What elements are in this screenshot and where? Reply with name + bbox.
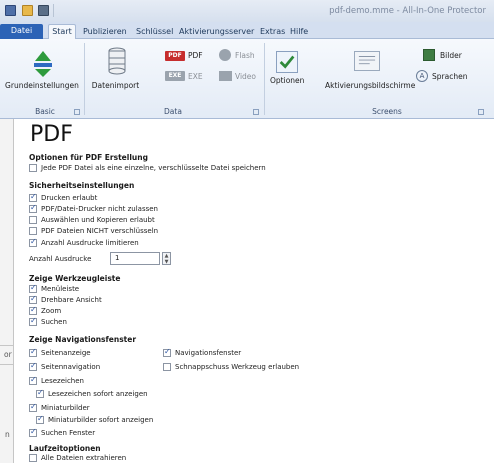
checkbox-label: Drucken erlaubt: [41, 194, 98, 202]
toolbar-separator: [53, 4, 54, 17]
flash-label: Flash: [235, 51, 255, 60]
aktivierungsbildschirme-label: Aktivierungsbildschirme: [325, 81, 416, 90]
checkbox-label: Suchen: [41, 318, 67, 326]
checkbox[interactable]: [29, 237, 37, 247]
pdf-label: PDF: [188, 51, 203, 60]
checkbox[interactable]: [29, 347, 37, 357]
app-menu-icon[interactable]: [5, 5, 16, 16]
grundeinstellungen-icon: [34, 51, 52, 77]
checkmark-options-icon: [276, 51, 298, 73]
database-icon: [108, 47, 126, 75]
print-count-input[interactable]: 1: [110, 252, 160, 265]
tab-extras[interactable]: Extras: [260, 25, 285, 39]
checkbox[interactable]: [36, 414, 44, 424]
grundeinstellungen-label: Grundeinstellungen: [5, 81, 79, 90]
checkbox[interactable]: [29, 227, 37, 235]
checkbox-label: Lesezeichen: [41, 377, 84, 385]
image-icon: [423, 49, 435, 61]
checkbox[interactable]: [29, 294, 37, 304]
checkbox-label: Anzahl Ausdrucke limitieren: [41, 239, 139, 247]
checkbox-label: Schnappschuss Werkzeug erlauben: [175, 363, 300, 371]
group-separator: [264, 43, 265, 115]
open-folder-icon[interactable]: [22, 5, 33, 16]
activation-screen-icon: [354, 51, 380, 71]
optionen-label: Optionen: [270, 76, 305, 85]
checkbox[interactable]: [29, 216, 37, 224]
window-title: pdf-demo.mme - All-In-One Protector: [329, 6, 486, 16]
save-icon[interactable]: [38, 5, 49, 16]
checkbox-label: Drehbare Ansicht: [41, 296, 102, 304]
title-bar: pdf-demo.mme - All-In-One Protector: [0, 0, 494, 22]
checkbox-label: Suchen Fenster: [41, 429, 96, 437]
checkbox[interactable]: [29, 402, 37, 412]
exe-label: EXE: [188, 72, 203, 81]
video-icon: [219, 71, 232, 81]
side-panel-text: or: [4, 350, 12, 359]
tab-publizieren[interactable]: Publizieren: [83, 25, 127, 39]
checkbox-label: PDF/Datei-Drucker nicht zulassen: [41, 205, 158, 213]
checkbox[interactable]: [29, 164, 37, 172]
spin-arrows-icon[interactable]: ▲ ▼: [162, 252, 171, 265]
checkbox-label: Miniaturbilder sofort anzeigen: [48, 416, 154, 424]
checkbox-label: Menüleiste: [41, 285, 80, 293]
section-heading: Laufzeitoptionen: [29, 444, 101, 453]
checkbox[interactable]: [29, 427, 37, 437]
tab-aktivierungsserver[interactable]: Aktivierungsserver: [179, 25, 254, 39]
checkbox-label: Seitenanzeige: [41, 349, 91, 357]
exe-icon: EXE: [165, 71, 185, 81]
video-label: Video: [235, 72, 257, 81]
datenimport-label: Datenimport: [91, 81, 140, 90]
basic-group-launcher-icon[interactable]: [74, 109, 80, 115]
settings-content: PDF Optionen für PDF Erstellung Jede PDF…: [15, 119, 494, 463]
language-icon: A: [416, 70, 428, 82]
page-title: PDF: [30, 122, 73, 147]
checkbox[interactable]: [29, 305, 37, 315]
section-heading: Zeige Werkzeugleiste: [29, 274, 121, 283]
checkbox[interactable]: [29, 192, 37, 202]
checkbox-label: Alle Dateien extrahieren: [41, 454, 127, 462]
ribbon: Grundeinstellungen Basic Datenimport PDF…: [0, 39, 494, 119]
side-panel-text: n: [5, 430, 10, 439]
checkbox[interactable]: [29, 361, 37, 371]
checkbox[interactable]: [29, 316, 37, 326]
checkbox[interactable]: [29, 283, 37, 293]
checkbox[interactable]: [163, 363, 171, 371]
checkbox[interactable]: [163, 347, 171, 357]
group-label-data: Data: [164, 107, 182, 116]
group-label-basic: Basic: [35, 107, 55, 116]
bilder-label: Bilder: [440, 51, 462, 60]
checkbox[interactable]: [29, 454, 37, 462]
checkbox-label: Miniaturbilder: [41, 404, 90, 412]
checkbox-label: Auswählen und Kopieren erlaubt: [41, 216, 155, 224]
group-separator: [84, 43, 85, 115]
section-heading: Sicherheitseinstellungen: [29, 181, 135, 190]
checkbox-label: PDF Dateien NICHT verschlüsseln: [41, 227, 159, 235]
checkbox-label: Navigationsfenster: [175, 349, 242, 357]
data-group-launcher-icon[interactable]: [253, 109, 259, 115]
section-heading: Optionen für PDF Erstellung: [29, 153, 148, 162]
checkbox-label: Lesezeichen sofort anzeigen: [48, 390, 148, 398]
checkbox[interactable]: [29, 375, 37, 385]
flash-icon: [219, 49, 231, 61]
left-side-panel: or n: [0, 119, 14, 463]
panel-divider: [0, 345, 14, 346]
tab-hilfe[interactable]: Hilfe: [290, 25, 308, 39]
sprachen-label: Sprachen: [432, 72, 468, 81]
ribbon-tab-row: Datei Start Publizieren Schlüssel Aktivi…: [0, 22, 494, 40]
checkbox[interactable]: [29, 203, 37, 213]
print-count-label: Anzahl Ausdrucke: [29, 255, 92, 263]
screens-group-launcher-icon[interactable]: [478, 109, 484, 115]
tab-datei[interactable]: Datei: [0, 24, 43, 39]
tab-start[interactable]: Start: [48, 24, 76, 40]
checkbox-label: Jede PDF Datei als eine einzelne, versch…: [41, 164, 266, 172]
tab-schluessel[interactable]: Schlüssel: [136, 25, 173, 39]
section-heading: Zeige Navigationsfenster: [29, 335, 137, 344]
group-label-screens: Screens: [372, 107, 402, 116]
pdf-icon: PDF: [165, 51, 185, 61]
panel-divider: [0, 364, 14, 365]
checkbox-label: Zoom: [41, 307, 62, 315]
checkbox-label: Seitennavigation: [41, 363, 101, 371]
checkbox[interactable]: [36, 388, 44, 398]
